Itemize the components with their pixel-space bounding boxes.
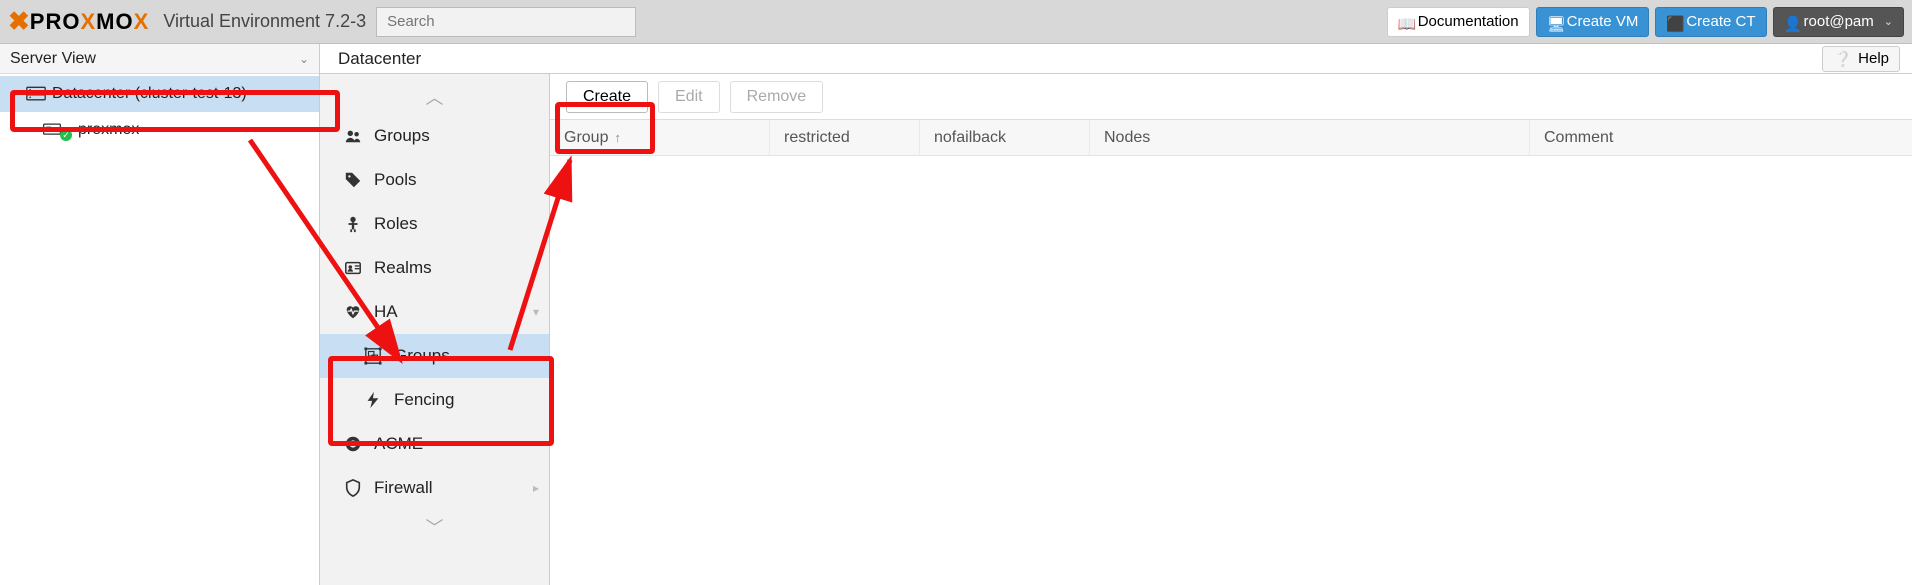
submenu-label: Pools	[374, 170, 417, 190]
create-ct-label: Create CT	[1686, 13, 1755, 30]
toolbar: Create Edit Remove	[550, 74, 1912, 120]
create-vm-label: Create VM	[1567, 13, 1639, 30]
shield-icon	[344, 479, 362, 497]
tree-datacenter[interactable]: ⌄ Datacenter (cluster-test-13)	[0, 76, 319, 112]
certificate-icon	[344, 435, 362, 453]
logo-x-icon: ✖	[8, 6, 28, 37]
submenu-groups[interactable]: Groups	[320, 114, 549, 158]
documentation-button[interactable]: 📖 Documentation	[1387, 7, 1530, 37]
collapse-icon: ⌄	[8, 87, 20, 101]
submenu-label: Realms	[374, 258, 432, 278]
tags-icon	[344, 171, 362, 189]
config-submenu: ︿ Groups Pools Roles Realms	[320, 74, 550, 585]
user-label: root@pam	[1804, 13, 1874, 30]
object-group-icon	[364, 347, 382, 365]
search-box	[376, 7, 636, 37]
sort-asc-icon: ↑	[614, 130, 621, 145]
doc-label: Documentation	[1418, 13, 1519, 30]
tree-label: Datacenter (cluster-test-13)	[52, 85, 247, 103]
submenu-label: Fencing	[394, 390, 454, 410]
submenu-ha-groups[interactable]: Groups	[320, 334, 549, 378]
view-label: Server View	[10, 50, 96, 68]
grid-body	[550, 156, 1912, 585]
submenu-label: ACME	[374, 434, 423, 454]
col-nodes[interactable]: Nodes	[1090, 120, 1530, 155]
help-button[interactable]: ❔ Help	[1822, 46, 1900, 72]
create-ct-button[interactable]: ⬛ Create CT	[1655, 7, 1766, 37]
col-label: Group	[564, 129, 608, 147]
submenu-label: HA	[374, 302, 398, 322]
submenu-fencing[interactable]: Fencing	[320, 378, 549, 422]
submenu-pools[interactable]: Pools	[320, 158, 549, 202]
search-input[interactable]	[376, 7, 636, 37]
monitor-icon: 🖥	[1547, 15, 1561, 29]
expand-icon: ▸	[533, 481, 539, 495]
remove-button[interactable]: Remove	[730, 81, 824, 113]
submenu-acme[interactable]: ACME	[320, 422, 549, 466]
submenu-ha[interactable]: HA ▾	[320, 290, 549, 334]
logo: ✖ PROXMOX	[8, 6, 149, 37]
cube-icon: ⬛	[1666, 15, 1680, 29]
submenu-firewall[interactable]: Firewall ▸	[320, 466, 549, 510]
grid-header: Group ↑ restricted nofailback Nodes Comm…	[550, 120, 1912, 156]
person-icon	[344, 215, 362, 233]
expand-icon: ▾	[533, 305, 539, 319]
status-ok-icon: ✓	[60, 129, 72, 141]
submenu-label: Groups	[394, 346, 450, 366]
left-panel: Server View ⌄ ⌄ Datacenter (cluster-test…	[0, 44, 320, 585]
col-label: nofailback	[934, 129, 1006, 147]
user-icon: 👤	[1784, 15, 1798, 29]
col-nofailback[interactable]: nofailback	[920, 120, 1090, 155]
right-panel: Datacenter ❔ Help ︿ Groups Pools	[320, 44, 1912, 585]
view-selector[interactable]: Server View ⌄	[0, 44, 319, 74]
server-tree: ⌄ Datacenter (cluster-test-13) ✓ proxmox	[0, 74, 319, 148]
content-area: Create Edit Remove Group ↑ restricted no…	[550, 74, 1912, 585]
col-label: Nodes	[1104, 129, 1150, 147]
chevron-down-icon: ⌄	[299, 52, 309, 66]
submenu-realms[interactable]: Realms	[320, 246, 549, 290]
submenu-label: Firewall	[374, 478, 433, 498]
server-icon	[26, 86, 46, 102]
user-menu-button[interactable]: 👤 root@pam ⌄	[1773, 7, 1904, 37]
breadcrumb-bar: Datacenter ❔ Help	[320, 44, 1912, 74]
chevron-down-icon: ⌄	[1884, 15, 1893, 28]
create-button[interactable]: Create	[566, 81, 648, 113]
col-restricted[interactable]: restricted	[770, 120, 920, 155]
submenu-roles[interactable]: Roles	[320, 202, 549, 246]
bolt-icon	[364, 391, 382, 409]
help-label: Help	[1858, 50, 1889, 67]
edit-button[interactable]: Edit	[658, 81, 720, 113]
logo-part: X	[80, 9, 96, 34]
create-vm-button[interactable]: 🖥 Create VM	[1536, 7, 1650, 37]
scroll-up-button[interactable]: ︿	[320, 80, 549, 114]
submenu-label: Groups	[374, 126, 430, 146]
id-card-icon	[344, 259, 362, 277]
tree-node-proxmox[interactable]: ✓ proxmox	[0, 112, 319, 148]
heartbeat-icon	[344, 303, 362, 321]
tree-label: proxmox	[78, 121, 139, 139]
logo-part: X	[134, 9, 150, 34]
logo-text: PROXMOX	[30, 9, 150, 35]
col-label: Comment	[1544, 129, 1613, 147]
top-bar: ✖ PROXMOX Virtual Environment 7.2-3 📖 Do…	[0, 0, 1912, 44]
help-icon: ❔	[1833, 50, 1852, 68]
submenu-label: Roles	[374, 214, 417, 234]
logo-part: PRO	[30, 9, 81, 34]
book-icon: 📖	[1398, 15, 1412, 29]
col-label: restricted	[784, 129, 850, 147]
col-comment[interactable]: Comment	[1530, 120, 1912, 155]
env-label: Virtual Environment 7.2-3	[163, 11, 366, 32]
node-icon	[42, 122, 62, 138]
col-group[interactable]: Group ↑	[550, 120, 770, 155]
scroll-down-button[interactable]: ﹀	[320, 510, 549, 544]
users-icon	[344, 127, 362, 145]
breadcrumb: Datacenter	[338, 49, 421, 69]
logo-part: MO	[96, 9, 133, 34]
